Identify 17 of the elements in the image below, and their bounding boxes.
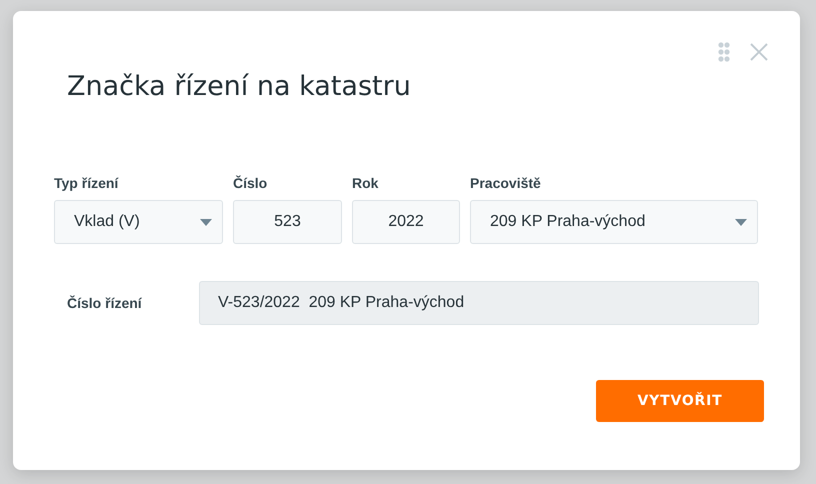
field-label: Číslo řízení — [66, 295, 143, 311]
select-field[interactable]: Vklad (V) — [54, 200, 223, 244]
input-field[interactable]: 2022 — [352, 200, 460, 244]
field-label: Číslo — [233, 174, 268, 192]
drag-handle-icon[interactable] — [718, 42, 730, 62]
field-label: Rok — [352, 174, 380, 192]
dialog-title: Značka řízení na katastru — [67, 70, 411, 104]
readonly-field[interactable]: V-523/2022 209 KP Praha-východ — [199, 281, 759, 325]
select-field[interactable]: 209 KP Praha-východ — [470, 200, 758, 244]
field-label: Pracoviště — [470, 174, 542, 192]
close-icon[interactable] — [750, 43, 768, 61]
caret-icon — [200, 218, 212, 226]
select-value: 209 KP Praha-východ — [490, 213, 646, 231]
caret-icon — [735, 218, 747, 226]
input-field[interactable]: 523 — [233, 200, 342, 244]
select-value: Vklad (V) — [74, 213, 140, 231]
field-label: Typ řízení — [54, 174, 120, 192]
